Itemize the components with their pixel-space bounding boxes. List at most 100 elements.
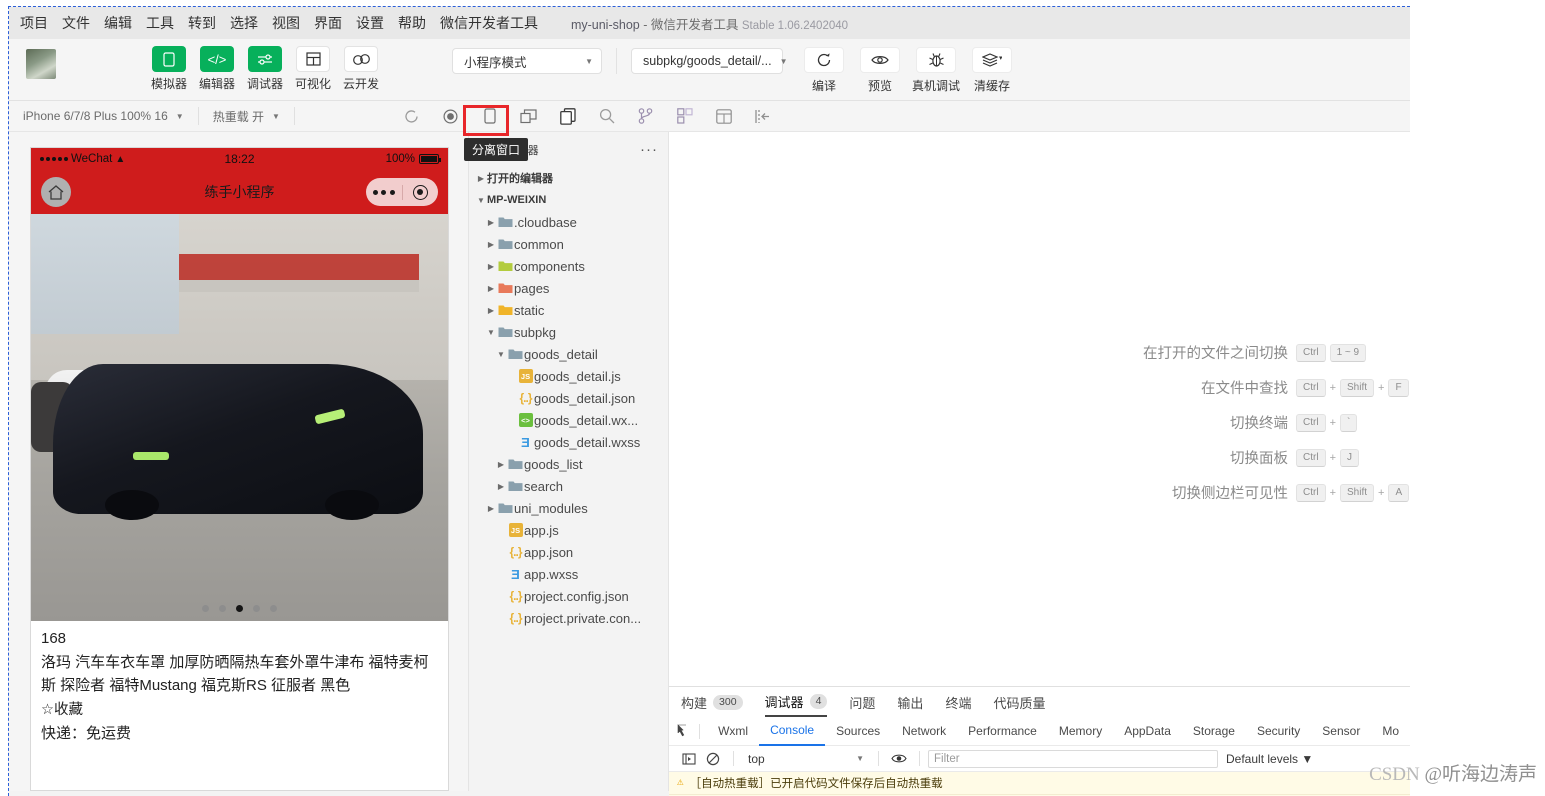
- chevron-right-icon[interactable]: ▶: [485, 218, 497, 227]
- devtools-subtab[interactable]: Sensor: [1311, 717, 1371, 746]
- chevron-right-icon[interactable]: ▶: [485, 240, 497, 249]
- toolbar-button-simulator[interactable]: 模拟器: [148, 39, 190, 92]
- tree-item[interactable]: ▼ subpkg: [469, 321, 668, 343]
- tree-item[interactable]: ▶ pages: [469, 277, 668, 299]
- home-icon[interactable]: [41, 177, 71, 207]
- tree-item[interactable]: ▶ .cloudbase: [469, 211, 668, 233]
- ellipsis-icon[interactable]: ···: [640, 141, 658, 158]
- devtools-tab[interactable]: 输出: [897, 687, 923, 717]
- menu-item-tools[interactable]: 工具: [146, 14, 174, 32]
- devtools-tab[interactable]: 终端: [945, 687, 971, 717]
- tree-item[interactable]: <> goods_detail.wx...: [469, 409, 668, 431]
- menu-item-devtools[interactable]: 微信开发者工具: [440, 14, 538, 32]
- devtools-tab[interactable]: 调试器 4: [764, 687, 828, 717]
- favorite-button[interactable]: ☆收藏: [41, 699, 438, 721]
- menu-item-interface[interactable]: 界面: [314, 14, 342, 32]
- toolbar-button-debugger[interactable]: 调试器: [244, 39, 286, 92]
- carousel-dot[interactable]: [253, 605, 260, 612]
- tree-item[interactable]: {..} goods_detail.json: [469, 387, 668, 409]
- mode-select[interactable]: 小程序模式 ▼: [452, 48, 602, 74]
- detach-window-icon[interactable]: [559, 107, 577, 125]
- tree-item[interactable]: ▼ goods_detail: [469, 343, 668, 365]
- toolbar-button-compile[interactable]: 编译: [799, 39, 849, 94]
- execution-context-icon[interactable]: [677, 752, 701, 766]
- devtools-subtab[interactable]: Security: [1246, 717, 1311, 746]
- extensions-icon[interactable]: [676, 107, 694, 125]
- menu-item-project[interactable]: 项目: [20, 14, 48, 32]
- tree-item[interactable]: ▶ 打开的编辑器: [469, 167, 668, 189]
- console-context-select[interactable]: top ▼: [742, 752, 870, 766]
- chevron-down-icon[interactable]: ▼: [475, 196, 487, 205]
- source-control-icon[interactable]: [637, 107, 655, 125]
- chevron-right-icon[interactable]: ▶: [495, 482, 507, 491]
- tree-item[interactable]: ▶ goods_list: [469, 453, 668, 475]
- devtools-subtab[interactable]: Storage: [1182, 717, 1246, 746]
- menu-item-select[interactable]: 选择: [230, 14, 258, 32]
- carousel-dot[interactable]: [202, 605, 209, 612]
- tree-item[interactable]: ▶ components: [469, 255, 668, 277]
- chevron-right-icon[interactable]: ▶: [485, 504, 497, 513]
- devtools-subtab[interactable]: Console: [759, 717, 826, 746]
- product-image-carousel[interactable]: [31, 214, 448, 621]
- toolbar-button-visual[interactable]: 可视化: [292, 39, 334, 92]
- devtools-subtab[interactable]: Sources: [825, 717, 891, 746]
- menu-item-file[interactable]: 文件: [62, 14, 90, 32]
- toolbar-button-cloud[interactable]: 云开发: [340, 39, 382, 92]
- more-dots-icon[interactable]: [366, 189, 402, 195]
- inspect-element-icon[interactable]: [677, 724, 691, 738]
- clear-console-icon[interactable]: [701, 752, 725, 766]
- console-filter-input[interactable]: Filter: [928, 749, 1218, 768]
- chevron-right-icon[interactable]: ▶: [485, 306, 497, 315]
- menu-item-help[interactable]: 帮助: [398, 14, 426, 32]
- tree-item[interactable]: Ǝapp.wxss: [469, 563, 668, 585]
- console-levels-select[interactable]: Default levels ▼: [1226, 752, 1313, 766]
- tree-item[interactable]: {..} app.json: [469, 541, 668, 563]
- toolbar-button-remote-debug[interactable]: 真机调试: [911, 39, 961, 94]
- devtools-subtab[interactable]: Memory: [1048, 717, 1113, 746]
- carousel-dot[interactable]: [270, 605, 277, 612]
- tree-item[interactable]: ▶ search: [469, 475, 668, 497]
- tree-item[interactable]: ▶ static: [469, 299, 668, 321]
- chevron-right-icon[interactable]: ▶: [485, 284, 497, 293]
- devtools-tab[interactable]: 问题: [849, 687, 875, 717]
- menu-item-settings[interactable]: 设置: [356, 14, 384, 32]
- tree-item[interactable]: {..} project.private.con...: [469, 607, 668, 629]
- chevron-right-icon[interactable]: ▶: [485, 262, 497, 271]
- menu-item-goto[interactable]: 转到: [188, 14, 216, 32]
- tree-item[interactable]: JS app.js: [469, 519, 668, 541]
- toolbar-button-preview[interactable]: 预览: [855, 39, 905, 94]
- devtools-subtab[interactable]: Mo: [1371, 717, 1410, 746]
- record-icon[interactable]: [442, 107, 460, 125]
- page-select[interactable]: subpkg/goods_detail/... ▼: [631, 48, 788, 74]
- chevron-down-icon[interactable]: ▼: [495, 350, 507, 359]
- menu-item-view[interactable]: 视图: [272, 14, 300, 32]
- tree-item[interactable]: Ǝgoods_detail.wxss: [469, 431, 668, 453]
- live-expression-icon[interactable]: [887, 753, 911, 764]
- carousel-dot-active[interactable]: [236, 605, 243, 612]
- tree-item[interactable]: ▼ MP-WEIXIN: [469, 189, 668, 211]
- collapse-sidebar-icon[interactable]: [754, 107, 772, 125]
- split-editor-icon[interactable]: [715, 107, 733, 125]
- toolbar-button-editor[interactable]: </> 编辑器: [196, 39, 238, 92]
- device-icon[interactable]: [481, 107, 499, 125]
- devtools-subtab[interactable]: Performance: [957, 717, 1048, 746]
- hot-reload-select[interactable]: 热重载 开 ▼: [199, 101, 294, 132]
- tree-item[interactable]: {..} project.config.json: [469, 585, 668, 607]
- refresh-icon[interactable]: [403, 107, 421, 125]
- tree-item[interactable]: JS goods_detail.js: [469, 365, 668, 387]
- toolbar-button-clear-cache[interactable]: ▾ 清缓存: [967, 39, 1017, 94]
- tree-item[interactable]: ▶ uni_modules: [469, 497, 668, 519]
- devtools-subtab[interactable]: Wxml: [707, 717, 759, 746]
- multi-window-icon[interactable]: [520, 107, 538, 125]
- carousel-dots[interactable]: [31, 605, 448, 612]
- menu-item-edit[interactable]: 编辑: [104, 14, 132, 32]
- chevron-right-icon[interactable]: ▶: [475, 174, 487, 183]
- devtools-subtab[interactable]: Network: [891, 717, 957, 746]
- carousel-dot[interactable]: [219, 605, 226, 612]
- devtools-tab[interactable]: 代码质量: [993, 687, 1045, 717]
- search-icon[interactable]: [598, 107, 616, 125]
- tree-item[interactable]: ▶ common: [469, 233, 668, 255]
- device-select[interactable]: iPhone 6/7/8 Plus 100% 16 ▼: [9, 101, 198, 132]
- avatar[interactable]: [26, 49, 56, 79]
- target-icon[interactable]: [403, 184, 439, 200]
